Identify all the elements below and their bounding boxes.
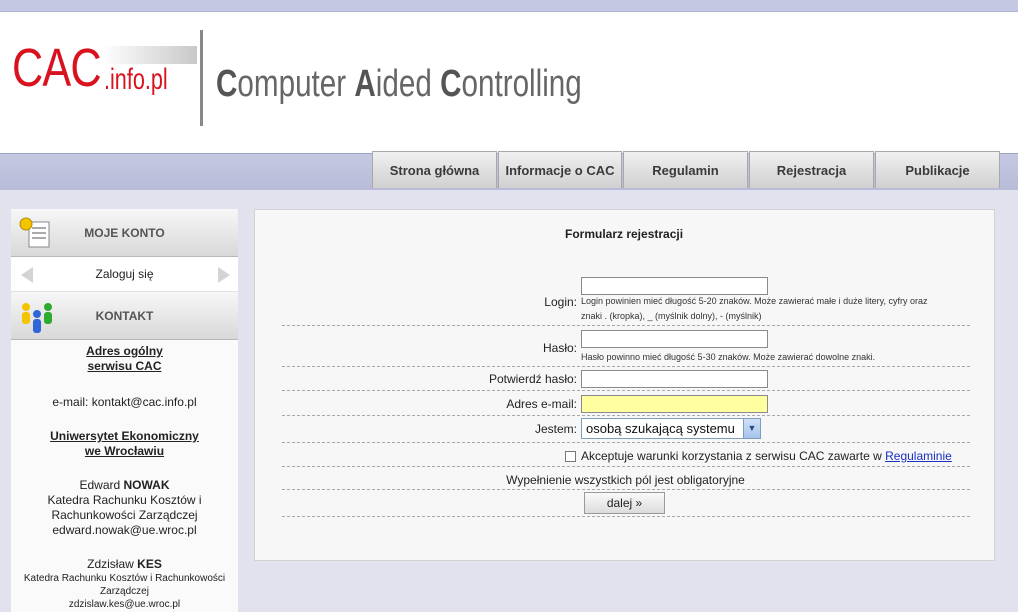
required-note: Wypełnienie wszystkich pól jest obligato…: [506, 473, 745, 487]
contact-header: KONTAKT: [11, 292, 238, 340]
login-label: Login:: [544, 295, 577, 309]
chevron-down-icon[interactable]: ▼: [743, 419, 760, 438]
contact-person-2-name: Zdzisław KES: [87, 557, 162, 571]
password-hint: Hasło powinno mieć długość 5-30 znaków. …: [581, 352, 876, 362]
login-row[interactable]: Zaloguj się: [11, 257, 238, 292]
role-label: Jestem:: [534, 422, 577, 436]
email-input[interactable]: [581, 395, 768, 413]
contact-university-heading[interactable]: Uniwersytet Ekonomiczny: [11, 429, 238, 444]
sidebar: MOJE KONTO Zaloguj się KONTAKT Adres ogó…: [11, 209, 238, 612]
confirm-password-input[interactable]: [581, 370, 768, 388]
terms-checkbox[interactable]: [565, 451, 576, 462]
password-input[interactable]: [581, 330, 768, 348]
nav-publications[interactable]: Publikacje: [875, 151, 1000, 188]
nav-home[interactable]: Strona główna: [372, 151, 497, 188]
contact-person-2-dept: Katedra Rachunku Kosztów i Rachunkowości: [23, 573, 226, 584]
contact-person-1-dept: Katedra Rachunku Kosztów i: [47, 493, 202, 507]
login-input[interactable]: [581, 277, 768, 295]
logo-cac: CAC: [12, 38, 102, 98]
nav-register[interactable]: Rejestracja: [749, 151, 874, 188]
role-select-value: osobą szukającą systemu: [586, 421, 735, 436]
header-divider: [200, 30, 203, 126]
account-header: MOJE KONTO: [11, 209, 238, 257]
account-icon: [19, 217, 53, 252]
contact-person-2-email: zdzislaw.kes@ue.wroc.pl: [68, 599, 181, 610]
nav-rules[interactable]: Regulamin: [623, 151, 748, 188]
email-label: Adres e-mail:: [506, 397, 577, 411]
contact-person-1-dept-2: Rachunkowości Zarządczej: [51, 508, 198, 522]
confirm-password-label: Potwierdź hasło:: [488, 372, 577, 386]
divider: [282, 489, 970, 490]
divider: [282, 415, 970, 416]
contact-person-1-email: edward.nowak@ue.wroc.pl: [52, 523, 197, 537]
terms-label: Akceptuje warunki korzystania z serwisu …: [581, 449, 952, 463]
terms-link[interactable]: Regulaminie: [885, 449, 952, 463]
contact-person-2-dept-2: Zarządczej: [100, 586, 149, 597]
header: CAC .info.pl Computer Aided Controlling: [0, 12, 1018, 153]
people-icon: [19, 300, 55, 339]
contact-general-email: e-mail: kontakt@cac.info.pl: [52, 395, 197, 409]
next-button[interactable]: dalej »: [584, 492, 665, 514]
registration-panel: Formularz rejestracji Login: Login powin…: [254, 209, 995, 561]
login-hint: Login powinien mieć długość 5-20 znaków.…: [581, 296, 928, 321]
contact-title: KONTAKT: [95, 308, 154, 323]
contact-general-heading[interactable]: Adres ogólny: [11, 344, 238, 359]
account-title: MOJE KONTO: [84, 225, 165, 240]
nav-about[interactable]: Informacje o CAC: [498, 151, 622, 188]
arrow-left-icon: [21, 267, 33, 283]
divider: [282, 466, 970, 467]
password-label: Hasło:: [542, 341, 577, 355]
top-strip: [0, 0, 1018, 12]
logo-suffix: .info.pl: [104, 63, 168, 96]
role-select[interactable]: osobą szukającą systemu ▼: [581, 418, 761, 439]
login-link[interactable]: Zaloguj się: [95, 267, 153, 281]
contact-university-heading-2[interactable]: we Wrocławiu: [11, 444, 238, 459]
divider: [282, 390, 970, 391]
divider: [282, 366, 970, 367]
divider: [282, 442, 970, 443]
site-tagline: Computer Aided Controlling: [216, 63, 582, 105]
arrow-right-icon: [218, 267, 230, 283]
divider: [282, 325, 970, 326]
form-title: Formularz rejestracji: [565, 227, 684, 241]
contact-block: Adres ogólny serwisu CAC e-mail: kontakt…: [11, 340, 238, 611]
contact-general-heading-2[interactable]: serwisu CAC: [11, 359, 238, 374]
contact-person-1-name: Edward NOWAK: [79, 478, 170, 492]
divider: [282, 516, 970, 517]
